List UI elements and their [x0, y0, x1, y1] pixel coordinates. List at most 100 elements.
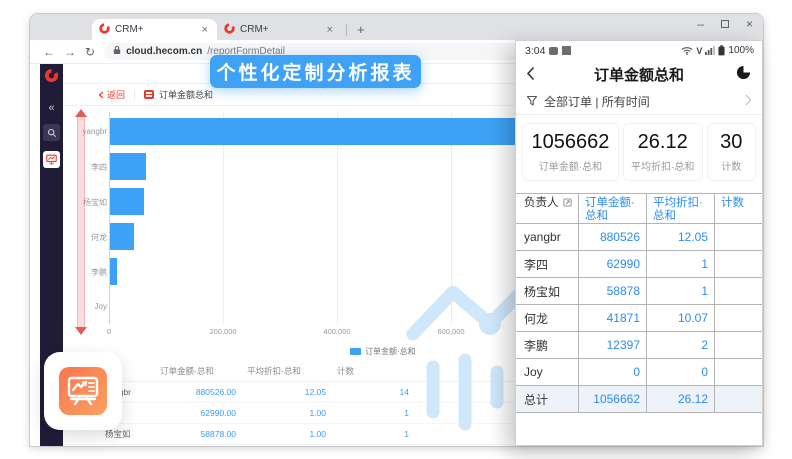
browser-tab-active[interactable]: CRM+ × — [92, 19, 217, 40]
tab-close-icon[interactable]: × — [325, 24, 335, 36]
chart-type-button[interactable] — [736, 65, 751, 85]
cell-owner: yangbr — [516, 224, 578, 250]
cell-count: 14 — [327, 387, 410, 397]
minimize-button[interactable]: – — [697, 17, 704, 31]
list-item[interactable]: Joy00 — [516, 359, 762, 386]
red-annotation-arrow — [75, 110, 88, 334]
status-bar: 3:04 V 100% — [516, 41, 762, 58]
stat-avg-discount: 26.12 平均折扣·总和 — [623, 123, 703, 181]
close-button[interactable]: × — [746, 17, 753, 31]
cell-discount: 1.00 — [237, 429, 327, 439]
cell-amount: 880526 — [578, 224, 646, 250]
back-button[interactable]: ← — [43, 45, 55, 59]
x-axis-tick-label: 400,000 — [307, 327, 367, 336]
header-discount: 平均折扣·总和 — [646, 194, 714, 223]
screenshot-canvas: CRM+ × CRM+ × + – × ← → ↻ — [0, 0, 792, 459]
cell-count — [714, 332, 762, 358]
cell-count — [714, 359, 762, 385]
lock-icon — [113, 45, 121, 58]
stat-count: 30 计数 — [707, 123, 756, 181]
chart-legend: 订单金额·总和 — [350, 346, 416, 357]
cell-discount: 12.05 — [646, 224, 714, 250]
report-doc-icon — [144, 90, 154, 99]
stat-label: 计数 — [721, 158, 741, 173]
legend-swatch — [350, 348, 361, 355]
cell-amount: 0 — [578, 359, 646, 385]
cell-discount: 10.07 — [646, 305, 714, 331]
crm-favicon-icon — [99, 23, 110, 37]
cell-amount: 880526.00 — [150, 387, 237, 397]
filter-text: 全部订单 | 所有时间 — [544, 93, 650, 110]
list-item[interactable]: 杨宝如588781 — [516, 278, 762, 305]
total-row[interactable]: 总计105666226.12 — [516, 386, 762, 413]
new-tab-button[interactable]: + — [351, 22, 371, 37]
reload-button[interactable]: ↻ — [85, 45, 95, 59]
arrow-down-icon — [75, 327, 87, 335]
header-amount: 订单金额-总和 — [150, 365, 237, 377]
cell-amount: 58878.00 — [150, 429, 237, 439]
stat-label: 订单金额·总和 — [539, 158, 602, 173]
header-discount: 平均折扣-总和 — [237, 365, 327, 377]
stat-order-amount: 1056662 订单金额·总和 — [522, 123, 619, 181]
url-domain: cloud.hecom.cn — [126, 46, 202, 57]
pie-chart-icon — [736, 65, 751, 80]
easel-chart-icon — [59, 367, 107, 415]
filter-row[interactable]: 全部订单 | 所有时间 — [516, 88, 762, 115]
cell-count — [714, 224, 762, 250]
switch-dimension-icon[interactable] — [563, 198, 572, 207]
breadcrumb-divider — [134, 90, 135, 100]
maximize-button[interactable] — [721, 20, 729, 28]
search-button[interactable] — [43, 124, 60, 141]
sidebar-item-report[interactable] — [43, 151, 60, 168]
report-chart-icon — [46, 154, 57, 165]
list-item[interactable]: 李鹏123972 — [516, 332, 762, 359]
cell-owner: 李四 — [516, 251, 578, 277]
chart-bar[interactable] — [110, 153, 146, 180]
cell-discount: 1 — [646, 251, 714, 277]
hecom-logo-icon — [44, 68, 59, 88]
cell-discount: 0 — [646, 359, 714, 385]
x-axis-tick-label: 600,000 — [421, 327, 481, 336]
stat-label: 平均折扣·总和 — [631, 158, 694, 173]
stat-value: 26.12 — [638, 131, 688, 154]
back-link[interactable]: 返回 — [98, 88, 125, 101]
window-controls: – × — [697, 17, 753, 31]
chart-bar[interactable] — [110, 258, 117, 285]
cell-amount: 58878 — [578, 278, 646, 304]
cell-owner: 杨宝如 — [516, 278, 578, 304]
cell-count: 1 — [327, 429, 410, 439]
list-item[interactable]: 何龙4187110.07 — [516, 305, 762, 332]
tab-separator — [346, 24, 347, 36]
collapse-sidebar-button[interactable]: « — [48, 102, 54, 114]
list-item[interactable]: yangbr88052612.05 — [516, 224, 762, 251]
header-count: 计数 — [327, 365, 410, 377]
tab-strip: CRM+ × CRM+ × + – × — [30, 14, 763, 40]
floating-report-shortcut[interactable] — [44, 352, 122, 430]
cell-count: 1 — [327, 408, 410, 418]
chart-bar[interactable] — [110, 223, 134, 250]
mobile-data-table: 负责人 订单金额·总和 平均折扣·总和 计数 yangbr88052612.05… — [516, 193, 762, 413]
volte-icon: V — [696, 46, 702, 56]
stat-value: 30 — [720, 131, 742, 154]
stat-value: 1056662 — [531, 131, 609, 154]
tab-close-icon[interactable]: × — [200, 24, 210, 36]
browser-tab-inactive[interactable]: CRM+ × — [217, 19, 342, 40]
status-time: 3:04 — [525, 45, 545, 57]
mobile-page-title: 订单金额总和 — [516, 64, 762, 85]
list-item[interactable]: 李四629901 — [516, 251, 762, 278]
chart-bar[interactable] — [110, 188, 144, 215]
cell-owner: 李鹏 — [516, 332, 578, 358]
signal-icon — [705, 46, 715, 55]
forward-button[interactable]: → — [64, 45, 76, 59]
tab-title: CRM+ — [240, 24, 325, 35]
cell-amount: 62990 — [578, 251, 646, 277]
report-title: 订单金额总和 — [159, 88, 213, 101]
cell-count — [714, 278, 762, 304]
battery-icon — [718, 45, 725, 56]
funnel-icon — [526, 95, 538, 107]
cell-discount: 26.12 — [646, 386, 714, 412]
header-amount: 订单金额·总和 — [578, 194, 646, 223]
chevron-left-icon — [98, 91, 104, 99]
tab-title: CRM+ — [115, 24, 200, 35]
mobile-preview-panel: 3:04 V 100% 订单金额总和 全部订单 | 所有时间 — [515, 40, 763, 446]
